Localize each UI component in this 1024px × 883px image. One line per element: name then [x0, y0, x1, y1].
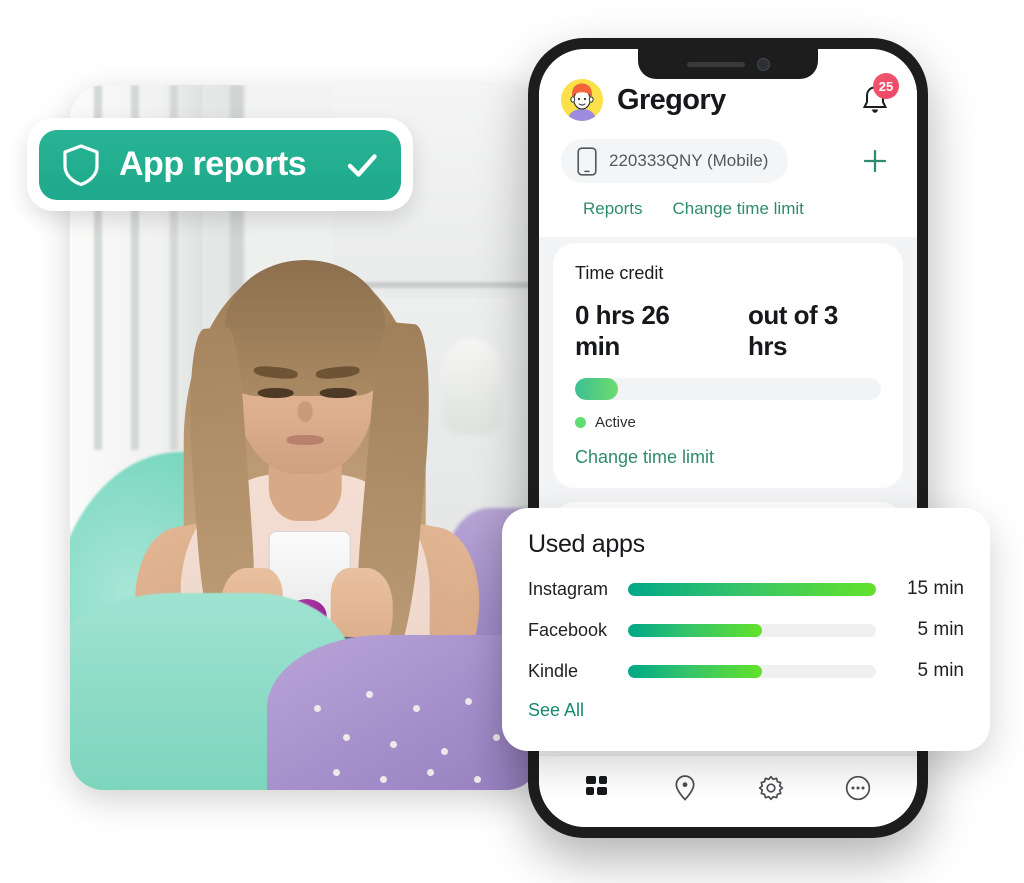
eye-right: [319, 387, 357, 399]
used-app-bar-fill: [628, 664, 762, 678]
time-credit-used: 0 hrs 26 min: [575, 300, 670, 361]
used-apps-list: Instagram 15 min Facebook 5 min Kindle 5 min: [528, 578, 964, 682]
used-app-bar-track: [628, 664, 876, 678]
see-all-link[interactable]: See All: [528, 700, 964, 721]
shield-icon: [63, 143, 99, 186]
profile-row: Gregory 25: [561, 73, 899, 123]
status-row: Active: [575, 414, 881, 431]
used-apps-title: Used apps: [528, 530, 645, 558]
phone-notch: [638, 49, 818, 79]
used-app-row: Facebook 5 min: [528, 619, 964, 641]
notifications-button[interactable]: 25: [855, 73, 899, 120]
nav-dashboard[interactable]: [575, 768, 621, 808]
used-app-time: 15 min: [906, 578, 964, 599]
eye-left: [257, 387, 294, 399]
time-credit-title: Time credit: [575, 263, 664, 283]
change-time-limit-link[interactable]: Change time limit: [575, 447, 881, 468]
device-row: 220333QNY (Mobile): [561, 139, 895, 183]
location-pin-icon: [675, 774, 695, 801]
nav-more[interactable]: [835, 768, 881, 808]
avatar-boy-icon: [561, 79, 603, 121]
earpiece-speaker: [686, 61, 745, 67]
used-apps-card: Used apps Instagram 15 min Facebook 5 min Ki…: [502, 508, 990, 751]
status-badge: Active: [595, 414, 636, 431]
time-credit-progress-track: [575, 378, 881, 400]
tab-change-time-limit[interactable]: Change time limit: [673, 199, 804, 219]
mouth: [286, 434, 324, 446]
more-dots-icon: [845, 775, 870, 800]
front-camera: [756, 57, 770, 71]
plus-icon: [863, 149, 887, 173]
promo-composition: App reports Gregory 25 220333QNY (Mobile…: [0, 0, 1024, 883]
time-credit-total: out of 3 hrs: [747, 300, 838, 361]
purple-polkadot-blanket: [267, 634, 540, 790]
used-app-time: 5 min: [917, 660, 964, 681]
nav-settings[interactable]: [748, 768, 794, 808]
bottom-navigation: [539, 755, 917, 827]
notification-count-badge: 25: [873, 73, 899, 99]
add-device-button[interactable]: [855, 141, 895, 181]
used-app-time: 5 min: [917, 619, 964, 640]
avatar[interactable]: [561, 79, 603, 121]
dashboard-grid-icon: [586, 775, 608, 795]
used-app-name: Instagram: [528, 578, 609, 599]
app-reports-label: App reports: [119, 145, 307, 183]
used-app-bar-fill: [628, 582, 876, 596]
app-reports-pill: App reports: [39, 129, 401, 200]
gear-icon: [759, 775, 784, 800]
used-app-name: Facebook: [528, 619, 608, 640]
nose: [297, 400, 313, 422]
used-app-bar-track: [628, 623, 876, 637]
nav-location[interactable]: [662, 768, 708, 808]
used-app-row: Instagram 15 min: [528, 578, 964, 600]
mobile-device-icon: [577, 146, 597, 176]
hair-top: [224, 259, 386, 396]
page-title: Gregory: [617, 83, 726, 116]
used-app-bar-fill: [628, 623, 762, 637]
time-credit-values: 0 hrs 26 min out of 3 hrs: [575, 300, 881, 362]
check-icon: [347, 153, 377, 177]
device-name-label: 220333QNY (Mobile): [609, 151, 769, 170]
used-app-bar-track: [628, 582, 876, 596]
time-credit-card: Time credit 0 hrs 26 min out of 3 hrs Ac…: [553, 243, 903, 488]
used-app-row: Kindle 5 min: [528, 660, 964, 682]
tab-reports[interactable]: Reports: [583, 199, 643, 219]
status-dot-icon: [575, 417, 586, 428]
app-reports-badge: App reports: [27, 118, 413, 211]
used-app-name: Kindle: [528, 660, 579, 681]
time-credit-progress-fill: [575, 378, 618, 400]
device-selector[interactable]: 220333QNY (Mobile): [561, 139, 789, 183]
tab-bar: Reports Change time limit: [561, 183, 895, 237]
